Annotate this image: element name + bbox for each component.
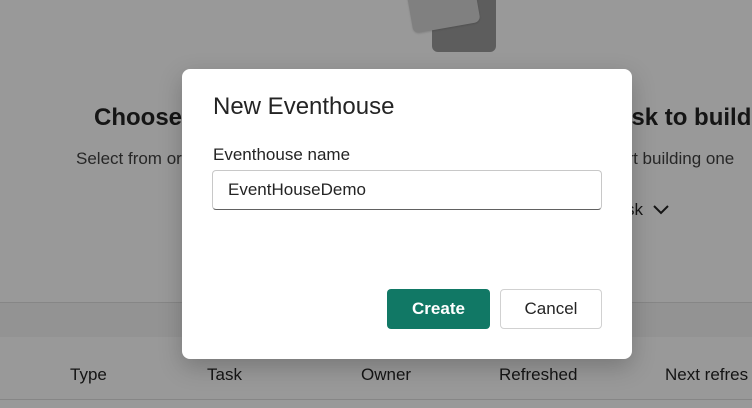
- page: Choose ask to build Select from or art b…: [0, 0, 752, 408]
- eventhouse-name-label: Eventhouse name: [213, 145, 351, 164]
- cancel-button[interactable]: Cancel: [500, 289, 602, 329]
- create-button[interactable]: Create: [387, 289, 490, 329]
- dialog-title: New Eventhouse: [213, 93, 395, 120]
- eventhouse-name-input[interactable]: [212, 170, 602, 210]
- new-eventhouse-dialog: New Eventhouse Eventhouse name Create Ca…: [182, 69, 632, 359]
